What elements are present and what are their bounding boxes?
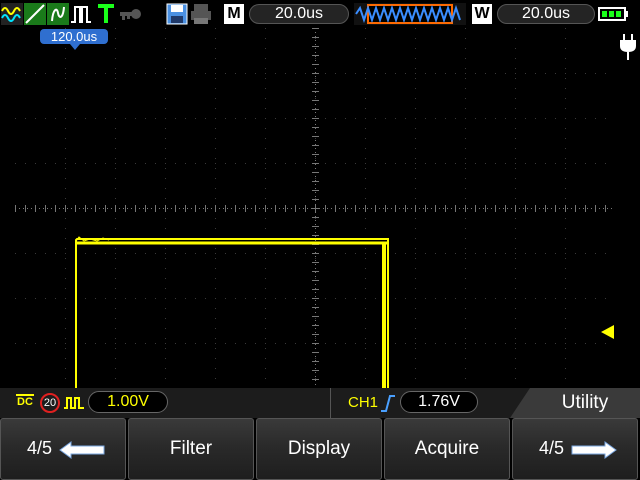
- window-indicator: W: [472, 4, 492, 24]
- key-icon: [120, 9, 141, 20]
- top-status-bar: M 20.0us W 20.0us: [0, 0, 640, 28]
- mode-indicator: M: [224, 4, 244, 24]
- trigger-position-marker[interactable]: [70, 44, 80, 50]
- info-bar-divider: [330, 388, 331, 418]
- coupling-label: DC: [17, 396, 33, 408]
- softkey-next-page[interactable]: 4/5: [512, 418, 638, 480]
- battery-icon: [598, 7, 628, 21]
- math-icon: [47, 3, 69, 25]
- arrow-right-icon: [571, 441, 617, 459]
- bandwidth-limit-label: 20: [43, 397, 57, 409]
- trigger-source-label: CH1: [348, 394, 379, 411]
- ch1-trace: [75, 236, 389, 388]
- rising-edge-icon: [381, 395, 395, 412]
- softkey-acquire[interactable]: Acquire: [384, 418, 510, 480]
- pulse-icon: [71, 6, 91, 23]
- pulse-width-icon: [64, 397, 84, 409]
- softkey-filter[interactable]: Filter: [128, 418, 254, 480]
- waveform-display[interactable]: [15, 28, 615, 388]
- trigger-t-icon: [98, 4, 114, 23]
- print-icon: [191, 4, 211, 24]
- trigger-position-readout: 120.0us: [40, 29, 108, 44]
- volts-per-div-readout[interactable]: 1.00V: [88, 391, 168, 413]
- next-page-label: 4/5: [539, 438, 565, 458]
- prev-page-label: 4/5: [27, 438, 53, 458]
- timebase-readout[interactable]: 20.0us: [249, 4, 349, 24]
- channel-waveform-icon: [1, 3, 23, 25]
- softkey-bar: 4/5 Filter Display Acquire 4/5: [0, 418, 640, 480]
- menu-title: Utility: [510, 388, 640, 418]
- bandwidth-limit-icon: 20: [40, 393, 60, 413]
- save-icon: [166, 3, 188, 25]
- softkey-display[interactable]: Display: [256, 418, 382, 480]
- trigger-level-readout[interactable]: 1.76V: [400, 391, 478, 413]
- ch1-level-marker[interactable]: [601, 325, 614, 339]
- window-timebase-readout[interactable]: 20.0us: [497, 4, 595, 24]
- arrow-left-icon: [59, 441, 105, 459]
- softkey-prev-page[interactable]: 4/5: [0, 418, 126, 480]
- power-plug-icon: [620, 34, 636, 60]
- ramp-icon: [24, 3, 46, 25]
- right-rail: [615, 28, 640, 388]
- memory-waveform-icon: [354, 3, 466, 25]
- dc-coupling-icon: DC: [16, 394, 34, 412]
